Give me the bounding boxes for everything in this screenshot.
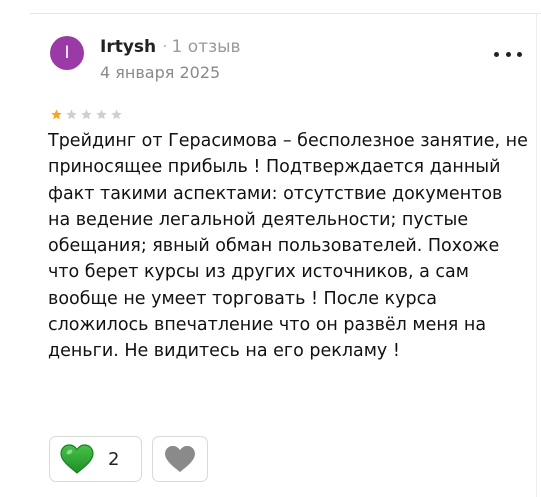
review-text: Трейдинг от Герасимова – бесполезное зан… [48,131,528,362]
more-dot [517,51,522,57]
star-empty-icon [96,109,107,120]
review-card: I Irtysh · 1 отзыв 4 января 2025 Трейдинг … [0,0,541,497]
author-name[interactable]: Irtysh [100,37,156,57]
more-dot [494,51,499,57]
divider [536,13,537,497]
dislike-button[interactable] [152,436,208,482]
star-empty-icon [81,109,92,120]
separator-dot: · [162,37,168,57]
review-date: 4 января 2025 [100,63,221,82]
green-heart-icon [60,444,94,474]
reaction-buttons: 2 [49,436,208,482]
avatar[interactable]: I [50,36,84,70]
star-empty-icon [111,109,122,120]
star-filled-icon [51,109,62,120]
star-rating [49,108,124,121]
gray-heart-icon [165,445,195,473]
like-count: 2 [108,448,120,470]
author-line: Irtysh · 1 отзыв [100,37,241,57]
avatar-initial: I [64,43,70,63]
divider [30,13,541,14]
author-review-count: 1 отзыв [171,37,241,57]
star-empty-icon [66,109,77,120]
like-button[interactable]: 2 [49,436,142,482]
more-dot [505,51,511,57]
more-options-button[interactable] [494,48,522,60]
